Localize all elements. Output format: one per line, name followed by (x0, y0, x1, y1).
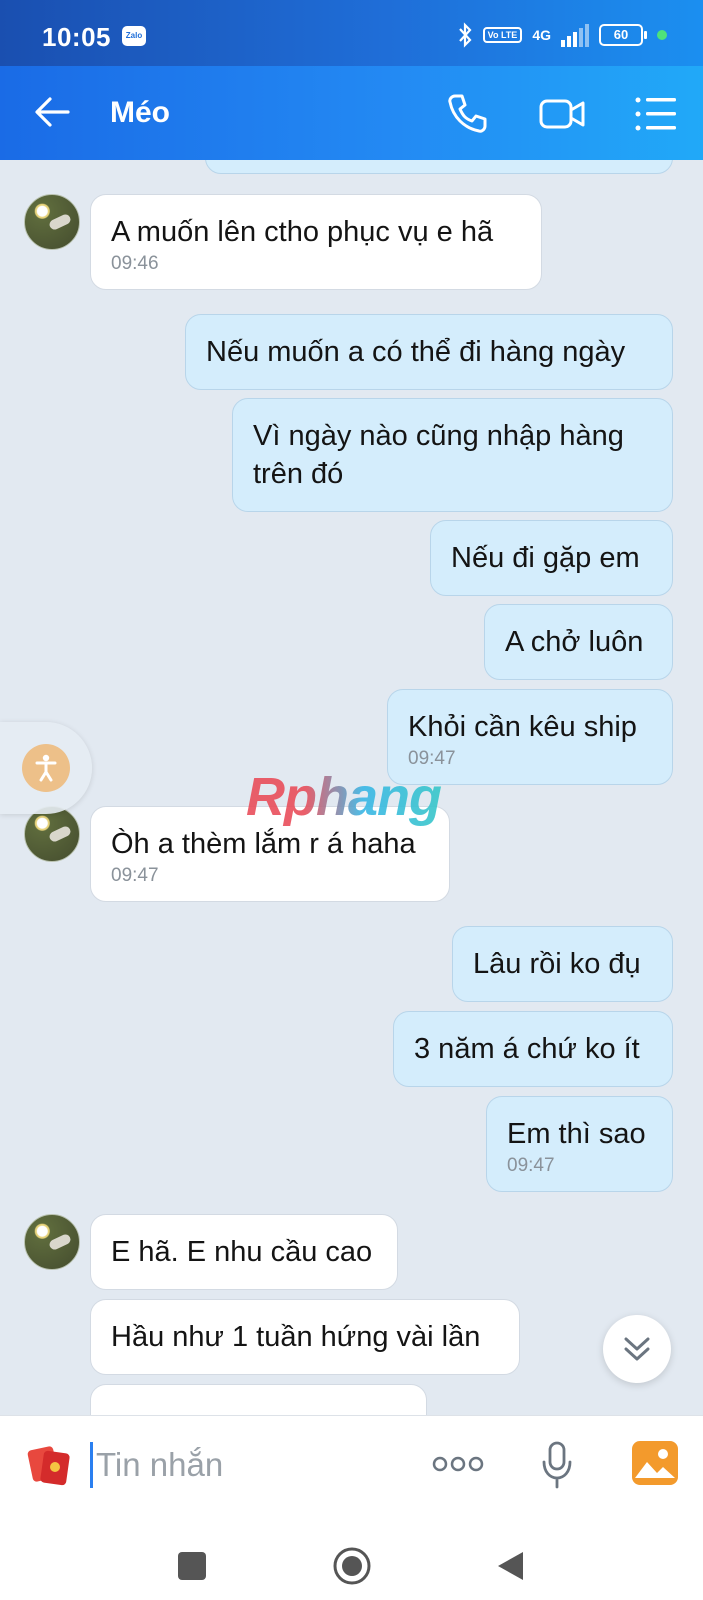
message-bubble-outgoing[interactable]: Nếu muốn a có thể đi hàng ngày (185, 314, 673, 390)
message-bubble-outgoing[interactable]: Vì ngày nào cũng nhập hàng trên đó (232, 398, 673, 512)
network-type: 4G (532, 27, 551, 43)
sticker-icon[interactable] (26, 1442, 72, 1488)
zalo-notification-icon: Zalo (122, 26, 146, 46)
message-composer (0, 1415, 703, 1534)
message-text: Em thì sao (507, 1118, 646, 1150)
message-bubble-outgoing[interactable]: 3 năm á chứ ko ít (393, 1011, 673, 1087)
message-time: 09:47 (111, 865, 159, 886)
message-time: 09:47 (507, 1155, 555, 1176)
microphone-icon[interactable] (540, 1440, 574, 1490)
message-text: 3 năm á chứ ko ít (414, 1033, 640, 1065)
contact-avatar[interactable] (24, 194, 80, 250)
status-time: 10:05 (42, 22, 111, 52)
battery-icon: 60 (599, 24, 647, 46)
system-navigation-bar (0, 1533, 703, 1600)
bluetooth-icon (458, 22, 472, 48)
image-gallery-icon[interactable] (631, 1440, 679, 1486)
more-options-icon[interactable] (432, 1450, 484, 1478)
message-text: Vì ngày nào cũng nhập hàng trên đó (253, 420, 624, 490)
contact-avatar[interactable] (24, 1214, 80, 1270)
message-text: Hầu như 1 tuần hứng vài lần (111, 1321, 481, 1353)
message-bubble-outgoing[interactable]: A chở luôn (484, 604, 673, 680)
message-bubble-partial[interactable] (205, 160, 673, 174)
back-arrow-icon[interactable] (32, 92, 72, 132)
message-time: 09:46 (111, 253, 159, 274)
scroll-to-bottom-button[interactable] (603, 1315, 671, 1383)
phone-icon[interactable] (443, 90, 491, 138)
volte-icon: Vo LTE (482, 27, 523, 43)
status-bar: 10:05 Zalo Vo LTE 4G 60 (0, 0, 703, 66)
message-bubble-outgoing[interactable]: Em thì sao 09:47 (486, 1096, 673, 1192)
message-text: A muốn lên ctho phục vụ e hã (111, 216, 494, 248)
contact-name[interactable]: Méo (110, 96, 170, 130)
message-bubble-outgoing[interactable]: Nếu đi gặp em (430, 520, 673, 596)
home-icon[interactable] (332, 1546, 372, 1586)
double-chevron-down-icon (624, 1337, 650, 1361)
message-text: A chở luôn (505, 626, 644, 658)
signal-icon (561, 24, 589, 47)
message-text: Nếu đi gặp em (451, 542, 640, 574)
message-bubble-incoming[interactable]: E hã. E nhu cầu cao (90, 1214, 398, 1290)
status-icons: Vo LTE 4G 60 (457, 22, 667, 48)
watermark-logo: Rphang (246, 767, 442, 827)
privacy-indicator-dot (657, 30, 667, 40)
message-time: 09:47 (408, 748, 456, 769)
message-bubble-partial[interactable] (90, 1384, 427, 1415)
message-text: E hã. E nhu cầu cao (111, 1236, 373, 1268)
accessibility-float-button[interactable] (0, 722, 92, 814)
message-text: Lâu rồi ko đụ (473, 948, 641, 980)
recent-apps-icon[interactable] (177, 1551, 207, 1581)
message-text: Khỏi cần kêu ship (408, 711, 637, 743)
message-bubble-incoming[interactable]: A muốn lên ctho phục vụ e hã 09:46 (90, 194, 542, 290)
message-input[interactable] (96, 1440, 396, 1490)
text-caret (90, 1442, 93, 1488)
video-call-icon[interactable] (538, 90, 586, 138)
back-nav-icon[interactable] (495, 1550, 525, 1582)
contact-avatar[interactable] (24, 806, 80, 862)
accessibility-person-icon (22, 744, 70, 792)
message-bubble-outgoing[interactable]: Lâu rồi ko đụ (452, 926, 673, 1002)
menu-list-icon[interactable] (632, 90, 680, 138)
chat-header: Méo (0, 66, 703, 160)
message-bubble-incoming[interactable]: Hầu như 1 tuần hứng vài lần (90, 1299, 520, 1375)
message-text: Nếu muốn a có thể đi hàng ngày (206, 336, 626, 368)
